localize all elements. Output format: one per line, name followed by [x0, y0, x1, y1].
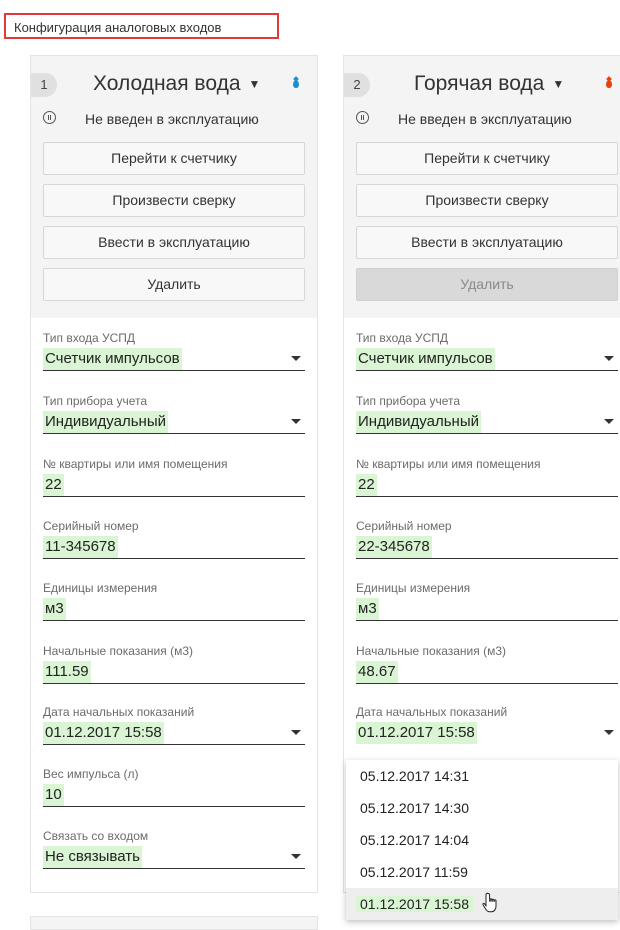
date-option-label: 01.12.2017 15:58 [356, 896, 473, 912]
caret-down-icon: ▼ [248, 77, 261, 91]
status-text: Не введен в эксплуатацию [398, 111, 572, 127]
field-label: Единицы измерения [43, 581, 158, 595]
apartment-field[interactable]: № квартиры или имя помещения 22 [43, 456, 305, 497]
date-option[interactable]: 05.12.2017 14:04 [346, 824, 618, 856]
card-number-badge: 2 [344, 73, 370, 97]
pause-circle-icon [43, 111, 56, 124]
status-row: Не введен в эксплуатацию [344, 104, 620, 134]
field-label: Серийный номер [356, 519, 452, 533]
initial-reading-field[interactable]: Начальные показания (м3) 111.59 [43, 643, 305, 684]
card-title-dropdown[interactable]: Горячая вода ▼ [414, 72, 564, 96]
card-title: Горячая вода [414, 72, 545, 95]
field-value: Счетчик импульсов [43, 348, 182, 370]
meter-type-field[interactable]: Тип прибора учета Индивидуальный [356, 393, 618, 434]
units-field[interactable]: Единицы измерения м3 [356, 580, 618, 621]
pulse-weight-field[interactable]: Вес импульса (л) 10 [43, 766, 305, 807]
field-label: Тип входа УСПД [356, 331, 449, 345]
reconcile-button[interactable]: Произвести сверку [356, 184, 618, 217]
hand-pointer-icon [482, 892, 497, 913]
date-option[interactable]: 05.12.2017 14:31 [346, 760, 618, 792]
caret-down-icon: ▼ [552, 77, 565, 91]
water-drop-icon [606, 80, 612, 88]
field-value: 01.12.2017 15:58 [356, 722, 477, 744]
field-label: Тип входа УСПД [43, 331, 136, 345]
field-value: 01.12.2017 15:58 [43, 722, 164, 744]
card-number-badge: 1 [31, 73, 57, 97]
field-value: Не связывать [43, 846, 142, 868]
dropdown-arrow-icon [604, 419, 614, 424]
link-input-field[interactable]: Связать со входом Не связывать [43, 828, 305, 869]
water-drop-icon [293, 80, 299, 88]
serial-number-field[interactable]: Серийный номер 11-345678 [43, 518, 305, 559]
pause-circle-icon [356, 111, 369, 124]
input-type-field[interactable]: Тип входа УСПД Счетчик импульсов [356, 330, 618, 371]
field-value: 22-345678 [356, 536, 432, 558]
dropdown-arrow-icon [291, 356, 301, 361]
page-title: Конфигурация аналоговых входов [4, 13, 279, 39]
initial-date-field[interactable]: Дата начальных показаний 01.12.2017 15:5… [43, 704, 305, 745]
field-value: м3 [356, 598, 379, 620]
card-header: 2 Горячая вода ▼ [344, 56, 620, 104]
commission-button[interactable]: Ввести в эксплуатацию [43, 226, 305, 259]
card-cold-water: 1 Холодная вода ▼ Не введен в эксплуатац… [30, 55, 318, 893]
delete-button[interactable]: Удалить [356, 268, 618, 301]
commission-button[interactable]: Ввести в эксплуатацию [356, 226, 618, 259]
next-card-edge [30, 916, 318, 930]
field-label: Вес импульса (л) [43, 767, 139, 781]
input-type-field[interactable]: Тип входа УСПД Счетчик импульсов [43, 330, 305, 371]
initial-date-field[interactable]: Дата начальных показаний 01.12.2017 15:5… [356, 704, 618, 744]
meter-type-field[interactable]: Тип прибора учета Индивидуальный [43, 393, 305, 434]
dropdown-arrow-icon [604, 730, 614, 735]
field-value: Счетчик импульсов [356, 348, 495, 370]
field-value: 111.59 [43, 661, 91, 683]
field-label: Начальные показания (м3) [43, 644, 193, 658]
dropdown-arrow-icon [604, 356, 614, 361]
card-form: Тип входа УСПД Счетчик импульсов Тип при… [31, 318, 317, 892]
delete-button[interactable]: Удалить [43, 268, 305, 301]
apartment-field[interactable]: № квартиры или имя помещения 22 [356, 456, 618, 497]
field-value: 22 [43, 474, 64, 496]
status-text: Не введен в эксплуатацию [85, 111, 259, 127]
field-label: Серийный номер [43, 519, 139, 533]
dropdown-arrow-icon [291, 854, 301, 859]
card-title-dropdown[interactable]: Холодная вода ▼ [93, 72, 260, 96]
field-label: Тип прибора учета [356, 394, 461, 408]
units-field[interactable]: Единицы измерения м3 [43, 580, 305, 621]
dropdown-arrow-icon [291, 419, 301, 424]
field-value: 11-345678 [43, 536, 118, 558]
card-header: 1 Холодная вода ▼ [31, 56, 317, 104]
field-label: Дата начальных показаний [356, 705, 508, 719]
field-value: 22 [356, 474, 377, 496]
reconcile-button[interactable]: Произвести сверку [43, 184, 305, 217]
field-value: м3 [43, 598, 66, 620]
field-label: Дата начальных показаний [43, 705, 195, 719]
status-row: Не введен в эксплуатацию [31, 104, 317, 134]
field-value: 10 [43, 784, 64, 806]
date-option[interactable]: 05.12.2017 11:59 [346, 856, 618, 888]
dropdown-arrow-icon [291, 730, 301, 735]
serial-number-field[interactable]: Серийный номер 22-345678 [356, 518, 618, 559]
initial-reading-field[interactable]: Начальные показания (м3) 48.67 [356, 643, 618, 684]
field-value: Индивидуальный [43, 411, 168, 433]
field-label: Начальные показания (м3) [356, 644, 506, 658]
field-label: № квартиры или имя помещения [356, 457, 541, 471]
go-to-meter-button[interactable]: Перейти к счетчику [43, 142, 305, 175]
field-label: № квартиры или имя помещения [43, 457, 228, 471]
field-label: Связать со входом [43, 829, 149, 843]
card-title: Холодная вода [93, 72, 241, 95]
field-value: 48.67 [356, 661, 398, 683]
field-value: Индивидуальный [356, 411, 481, 433]
field-label: Тип прибора учета [43, 394, 148, 408]
go-to-meter-button[interactable]: Перейти к счетчику [356, 142, 618, 175]
date-option[interactable]: 05.12.2017 14:30 [346, 792, 618, 824]
field-label: Единицы измерения [356, 581, 471, 595]
